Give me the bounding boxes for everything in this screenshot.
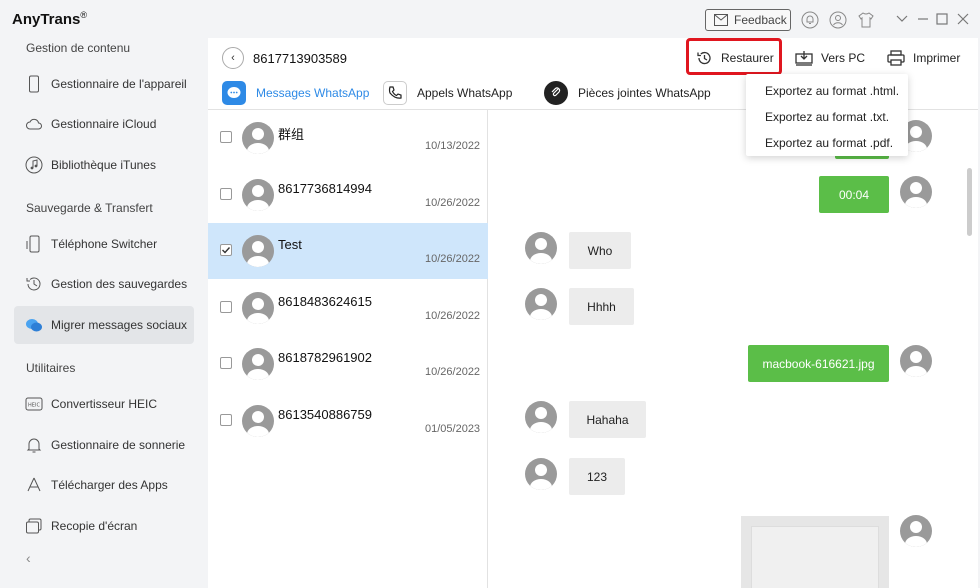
music-icon (24, 155, 44, 175)
app-title: AnyTrans® (12, 10, 87, 28)
message-bubble-incoming: 123 (569, 458, 625, 495)
back-button[interactable]: ‹ (222, 47, 244, 69)
to-pc-button[interactable]: Vers PC (795, 48, 865, 68)
conversation-item[interactable]: 8618782961902 10/26/2022 (208, 336, 488, 392)
avatar (525, 458, 557, 490)
sidebar-item-social-migration[interactable]: Migrer messages sociaux (14, 306, 194, 344)
conversation-item[interactable]: 8618483624615 10/26/2022 (208, 280, 488, 336)
export-dropdown: Exportez au format .html. Exportez au fo… (746, 74, 908, 156)
screen-mirror-icon (24, 516, 44, 536)
sidebar-item-phone-switcher[interactable]: Téléphone Switcher (14, 225, 194, 263)
cloud-icon (24, 114, 44, 134)
chat-bubbles-icon (24, 315, 44, 335)
phone-icon (24, 74, 44, 94)
feedback-button[interactable]: Feedback (705, 9, 791, 31)
avatar (242, 292, 274, 324)
avatar (525, 288, 557, 320)
sidebar-collapse-icon[interactable]: ‹ (26, 550, 31, 566)
avatar (900, 515, 932, 547)
sidebar: Gestion de contenu Gestionnaire de l'app… (0, 38, 208, 588)
avatar (242, 122, 274, 154)
message-bubble-icon (222, 81, 246, 105)
message-bubble-outgoing-file[interactable]: macbook-616621.jpg (748, 345, 889, 382)
title-bar: AnyTrans® Feedback (0, 0, 980, 38)
section-title-content: Gestion de contenu (26, 41, 131, 55)
export-pdf-option[interactable]: Exportez au format .pdf. (765, 136, 893, 150)
heic-icon: HEIC (24, 394, 44, 414)
contact-title: 8617713903589 (253, 51, 347, 66)
phone-switch-icon (24, 234, 44, 254)
account-icon[interactable] (828, 10, 848, 30)
message-bubble-incoming: Hahaha (569, 401, 646, 438)
phone-call-icon (383, 81, 407, 105)
avatar (242, 405, 274, 437)
history-icon (24, 274, 44, 294)
avatar (900, 176, 932, 208)
printer-icon (887, 50, 905, 66)
sidebar-item-backups[interactable]: Gestion des sauvegardes (14, 265, 194, 303)
conversation-list: 群组 10/13/2022 8617736814994 10/26/2022 T… (208, 110, 488, 588)
conversation-item[interactable]: 群组 10/13/2022 (208, 110, 488, 166)
bell-icon[interactable] (800, 10, 820, 30)
avatar (242, 348, 274, 380)
conversation-checkbox-checked[interactable] (220, 244, 232, 256)
sidebar-item-app-download[interactable]: Télécharger des Apps (14, 466, 194, 504)
message-bubble-incoming: Hhhh (569, 288, 634, 325)
sidebar-item-icloud[interactable]: Gestionnaire iCloud (14, 105, 194, 143)
sidebar-item-screen-mirror[interactable]: Recopie d'écran (14, 507, 194, 545)
bell-outline-icon (24, 435, 44, 455)
avatar (525, 401, 557, 433)
tab-whatsapp-messages[interactable]: Messages WhatsApp (222, 78, 369, 108)
avatar (900, 345, 932, 377)
download-to-pc-icon (795, 51, 813, 66)
conversation-item[interactable]: 8617736814994 10/26/2022 (208, 167, 488, 223)
avatar (242, 235, 274, 267)
conversation-item-selected[interactable]: Test 10/26/2022 (208, 223, 488, 279)
maximize-icon[interactable] (935, 12, 949, 26)
conversation-checkbox[interactable] (220, 414, 232, 426)
sidebar-item-itunes[interactable]: Bibliothèque iTunes (14, 146, 194, 184)
close-icon[interactable] (956, 12, 970, 26)
message-bubble-incoming: Who (569, 232, 631, 269)
mail-icon (714, 14, 728, 26)
restore-highlight (686, 38, 782, 75)
sidebar-item-ringtone[interactable]: Gestionnaire de sonnerie (14, 426, 194, 464)
chevron-down-icon[interactable] (895, 12, 909, 26)
section-title-backup: Sauvegarde & Transfert (26, 201, 153, 215)
tab-whatsapp-calls[interactable]: Appels WhatsApp (383, 78, 512, 108)
chat-area: 00:04 Who Hhhh macbook-616621.jpg Hahaha… (489, 110, 969, 588)
avatar (525, 232, 557, 264)
image-preview (751, 526, 879, 588)
conversation-checkbox[interactable] (220, 357, 232, 369)
tab-whatsapp-attachments[interactable]: Pièces jointes WhatsApp (544, 78, 711, 108)
section-title-utilities: Utilitaires (26, 361, 76, 375)
sidebar-item-device-manager[interactable]: Gestionnaire de l'appareil (14, 65, 194, 103)
conversation-item[interactable]: 8613540886759 01/05/2023 (208, 393, 488, 449)
minimize-icon[interactable] (916, 12, 930, 26)
export-html-option[interactable]: Exportez au format .html. (765, 84, 899, 98)
conversation-checkbox[interactable] (220, 188, 232, 200)
export-txt-option[interactable]: Exportez au format .txt. (765, 110, 889, 124)
conversation-checkbox[interactable] (220, 301, 232, 313)
tshirt-icon[interactable] (856, 10, 876, 30)
paperclip-icon (544, 81, 568, 105)
message-bubble-outgoing: 00:04 (819, 176, 889, 213)
print-button[interactable]: Imprimer (887, 48, 960, 68)
image-attachment[interactable] (741, 516, 889, 588)
sidebar-item-heic[interactable]: HEIC Convertisseur HEIC (14, 385, 194, 423)
svg-text:HEIC: HEIC (28, 403, 40, 409)
conversation-checkbox[interactable] (220, 131, 232, 143)
app-store-icon (24, 475, 44, 495)
header: ‹ 8617713903589 Restaurer Vers PC Imprim… (208, 38, 978, 78)
checkmark-icon (222, 247, 231, 254)
avatar (242, 179, 274, 211)
chat-scrollbar[interactable] (967, 168, 972, 236)
